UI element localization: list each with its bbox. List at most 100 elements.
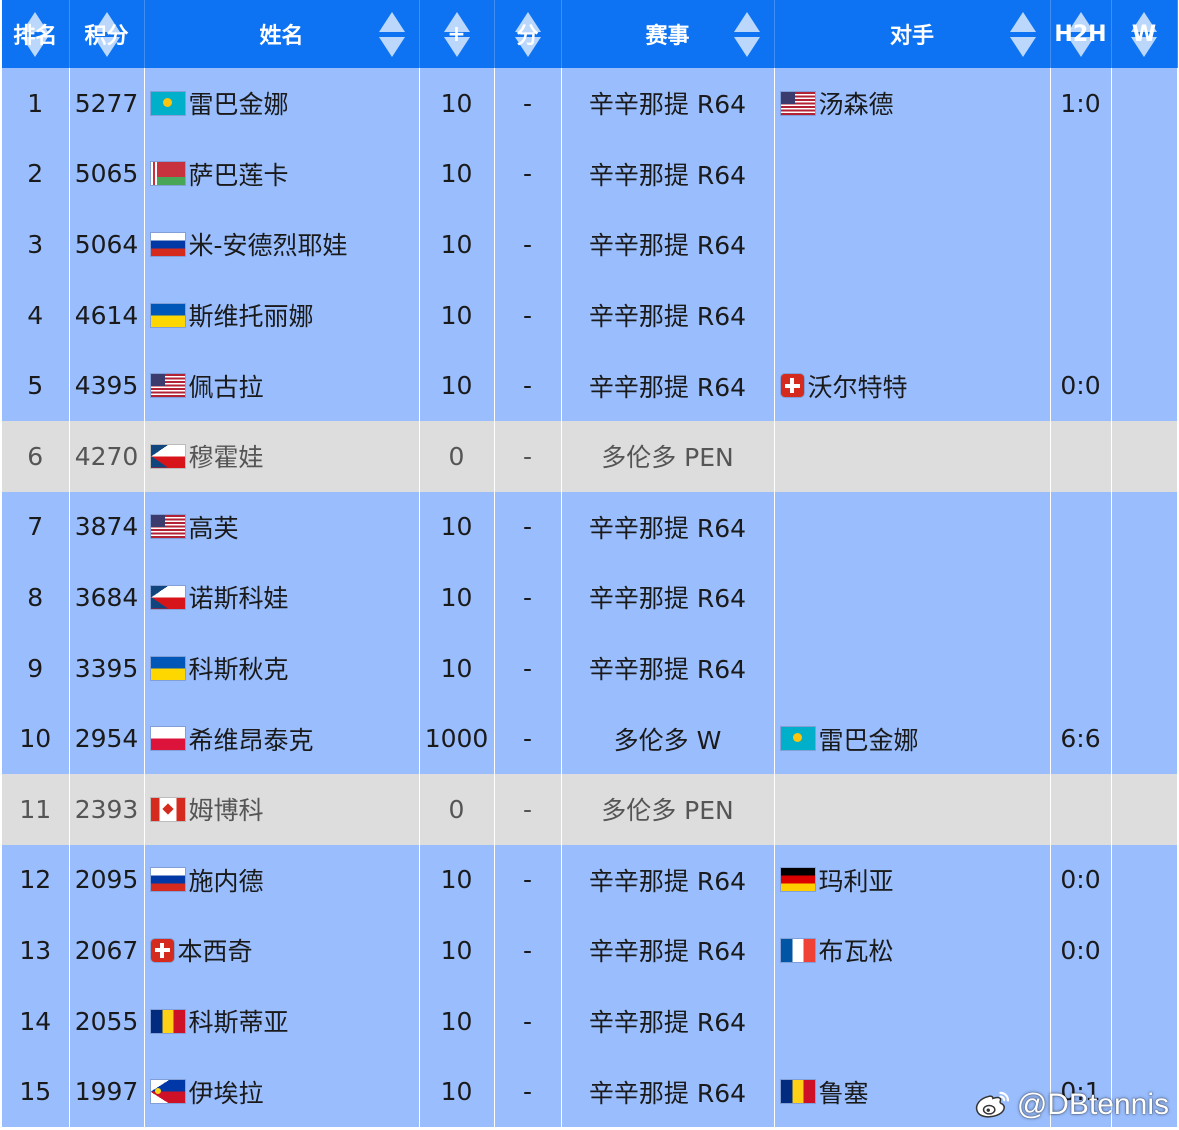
flag-kz-icon: [780, 727, 815, 751]
event-cell: 辛辛那提 R64: [561, 491, 775, 563]
player-cell[interactable]: 高芙: [144, 491, 420, 563]
header-name[interactable]: 姓名: [144, 0, 420, 68]
player-cell[interactable]: 萨巴莲卡: [144, 138, 420, 210]
player-cell[interactable]: 希维昂泰克: [144, 703, 420, 774]
player-name-wrap: 萨巴莲卡: [150, 156, 289, 192]
player-cell[interactable]: 科斯蒂亚: [144, 985, 420, 1057]
opponent-cell[interactable]: [774, 138, 1051, 210]
rank-cell: 7: [2, 491, 70, 563]
rank-cell: 15: [2, 1056, 70, 1127]
score-cell: -: [494, 703, 562, 774]
table-row[interactable]: 12 2095 施内德 10- 辛辛那提 R64 玛利亚 0:0: [2, 844, 1178, 916]
opponent-name: 汤森德: [818, 90, 894, 120]
opponent-cell[interactable]: [774, 985, 1051, 1057]
opponent-cell[interactable]: 雷巴金娜: [774, 703, 1051, 774]
opponent-wrap: 鲁塞: [780, 1074, 869, 1110]
player-cell[interactable]: 佩古拉: [144, 350, 420, 421]
flag-cz-icon: [150, 444, 185, 468]
player-cell[interactable]: 米-安德烈耶娃: [144, 209, 420, 280]
player-cell[interactable]: 科斯秋克: [144, 632, 420, 704]
opponent-cell[interactable]: 汤森德: [774, 68, 1051, 139]
table-row[interactable]: 10 2954 希维昂泰克 1000- 多伦多 W 雷巴金娜 6:6: [2, 703, 1178, 774]
table-row[interactable]: 7 3874 高芙 10- 辛辛那提 R64: [2, 491, 1178, 563]
table-row[interactable]: 5 4395 佩古拉 10- 辛辛那提 R64 沃尔特特 0:0: [2, 350, 1178, 421]
table-row[interactable]: 6 4270 穆霍娃 0- 多伦多 PEN: [2, 420, 1178, 492]
player-name: 雷巴金娜: [188, 90, 289, 120]
header-event[interactable]: 赛事: [561, 0, 775, 68]
rank-cell: 11: [2, 773, 70, 845]
rank-cell: 2: [2, 138, 70, 210]
h2h-cell: 6:6: [1050, 703, 1112, 774]
player-name-wrap: 佩古拉: [150, 368, 264, 404]
sort-arrows-icon[interactable]: [733, 12, 760, 58]
player-name: 穆霍娃: [188, 443, 264, 473]
opponent-cell[interactable]: 沃尔特特: [774, 350, 1051, 421]
sort-arrows-icon[interactable]: [378, 12, 405, 58]
header-score[interactable]: 分: [494, 0, 562, 68]
h2h-cell: [1050, 279, 1112, 351]
h2h-cell: 0:0: [1050, 350, 1112, 421]
player-cell[interactable]: 斯维托丽娜: [144, 279, 420, 351]
table-row[interactable]: 13 2067 本西奇 10- 辛辛那提 R64 布瓦松 0:0: [2, 915, 1178, 986]
watermark: @DBtennis: [973, 1088, 1169, 1122]
table-row[interactable]: 11 2393 姆博科 0- 多伦多 PEN: [2, 773, 1178, 845]
opponent-cell[interactable]: [774, 209, 1051, 280]
opponent-cell[interactable]: [774, 420, 1051, 492]
w-cell: [1111, 915, 1178, 986]
points-cell: 3874: [69, 491, 145, 563]
flag-ru-icon: [150, 868, 185, 892]
points-cell: 2954: [69, 703, 145, 774]
table-row[interactable]: 4 4614 斯维托丽娜 10- 辛辛那提 R64: [2, 279, 1178, 351]
header-plus[interactable]: +: [419, 0, 495, 68]
table-row[interactable]: 8 3684 诺斯科娃 10- 辛辛那提 R64: [2, 562, 1178, 633]
table-row[interactable]: 14 2055 科斯蒂亚 10- 辛辛那提 R64: [2, 985, 1178, 1057]
header-h2h[interactable]: H2H: [1050, 0, 1112, 68]
header-rank[interactable]: 排名: [2, 0, 70, 68]
sort-arrows-icon[interactable]: [1009, 12, 1036, 58]
opponent-wrap: 玛利亚: [780, 862, 894, 898]
plus-cell: 10: [419, 562, 495, 633]
rank-cell: 6: [2, 420, 70, 492]
player-cell[interactable]: 诺斯科娃: [144, 562, 420, 633]
player-cell[interactable]: 穆霍娃: [144, 420, 420, 492]
w-cell: [1111, 632, 1178, 704]
h2h-cell: [1050, 209, 1112, 280]
table-row[interactable]: 2 5065 萨巴莲卡 10- 辛辛那提 R64: [2, 138, 1178, 210]
plus-cell: 10: [419, 915, 495, 986]
h2h-cell: [1050, 420, 1112, 492]
table-row[interactable]: 1 5277 雷巴金娜 10- 辛辛那提 R64 汤森德 1:0: [2, 68, 1178, 139]
plus-cell: 10: [419, 844, 495, 916]
plus-cell: 0: [419, 773, 495, 845]
plus-cell: 10: [419, 138, 495, 210]
header-points[interactable]: 积分: [69, 0, 145, 68]
player-cell[interactable]: 姆博科: [144, 773, 420, 845]
plus-cell: 10: [419, 1056, 495, 1127]
event-cell: 辛辛那提 R64: [561, 350, 775, 421]
table-row[interactable]: 9 3395 科斯秋克 10- 辛辛那提 R64: [2, 632, 1178, 704]
table-row[interactable]: 3 5064 米-安德烈耶娃 10- 辛辛那提 R64: [2, 209, 1178, 280]
header-opponent[interactable]: 对手: [774, 0, 1051, 68]
opponent-cell[interactable]: [774, 773, 1051, 845]
opponent-cell[interactable]: [774, 279, 1051, 351]
opponent-cell[interactable]: [774, 562, 1051, 633]
flag-cz-icon: [150, 585, 185, 609]
opponent-cell[interactable]: 布瓦松: [774, 915, 1051, 986]
h2h-cell: [1050, 773, 1112, 845]
opponent-cell[interactable]: [774, 491, 1051, 563]
player-cell[interactable]: 施内德: [144, 844, 420, 916]
event-cell: 辛辛那提 R64: [561, 562, 775, 633]
plus-cell: 10: [419, 209, 495, 280]
flag-ro-icon: [780, 1080, 815, 1104]
player-cell[interactable]: 雷巴金娜: [144, 68, 420, 139]
opponent-wrap: 雷巴金娜: [780, 721, 919, 757]
header-w[interactable]: W: [1111, 0, 1178, 68]
rank-cell: 5: [2, 350, 70, 421]
h2h-cell: [1050, 632, 1112, 704]
player-cell[interactable]: 伊埃拉: [144, 1056, 420, 1127]
opponent-cell[interactable]: [774, 632, 1051, 704]
flag-us-icon: [150, 374, 185, 398]
opponent-cell[interactable]: 玛利亚: [774, 844, 1051, 916]
h2h-cell: 0:0: [1050, 915, 1112, 986]
opponent-name: 布瓦松: [818, 937, 894, 967]
player-cell[interactable]: 本西奇: [144, 915, 420, 986]
